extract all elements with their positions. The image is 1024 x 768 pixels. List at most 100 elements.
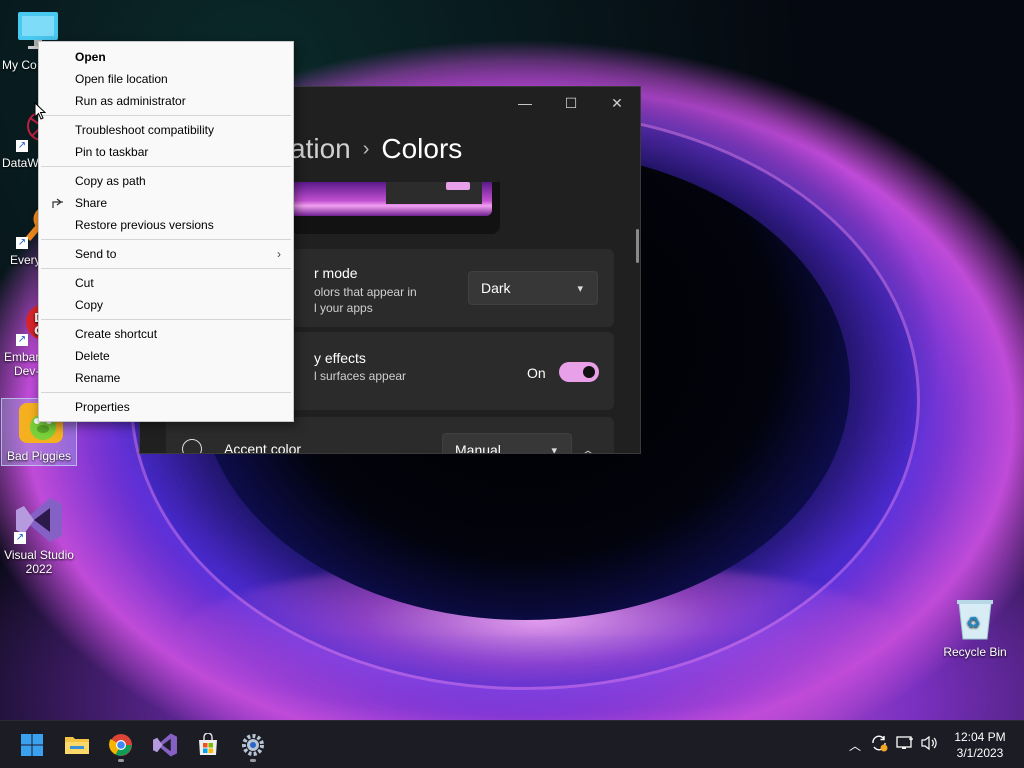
start-button[interactable]	[14, 727, 50, 763]
recycle-bin-icon: ♻	[953, 597, 997, 641]
settings-taskbar-button[interactable]	[235, 727, 271, 763]
menu-item-label: Run as administrator	[75, 94, 186, 108]
preview-accent-chip	[446, 182, 470, 190]
breadcrumb-parent[interactable]: ation	[290, 133, 351, 164]
transparency-desc: l surfaces appear	[314, 369, 407, 383]
menu-item-label: Rename	[75, 371, 121, 385]
chrome-icon	[109, 734, 132, 756]
breadcrumb-separator-icon: ›	[362, 138, 370, 160]
menu-separator	[41, 392, 291, 393]
desktop-icon-visual-studio[interactable]: ↗ Visual Studio 2022	[1, 496, 77, 576]
desktop-icon-label-line2: 2022	[25, 562, 53, 576]
accent-color-title: Accent color	[224, 441, 302, 454]
transparency-toggle[interactable]	[559, 362, 599, 382]
maximize-icon[interactable]: ☐	[548, 87, 594, 119]
chevron-up-icon[interactable]: ︿	[582, 441, 594, 453]
close-icon[interactable]: ✕	[594, 87, 640, 119]
menu-item-open[interactable]: Open	[39, 46, 293, 68]
menu-item-label: Delete	[75, 349, 110, 363]
desktop-icon-label: Recycle Bin	[943, 645, 1007, 659]
menu-item-properties[interactable]: Properties	[39, 396, 293, 418]
menu-item-delete[interactable]: Delete	[39, 345, 293, 367]
windows-logo-icon	[21, 734, 43, 756]
app-mode-desc-2: l your apps	[314, 301, 373, 315]
clock-time: 12:04 PM	[954, 730, 1006, 744]
menu-item-label: Restore previous versions	[75, 218, 214, 232]
menu-item-pin-to-taskbar[interactable]: Pin to taskbar	[39, 141, 293, 163]
menu-separator	[41, 319, 291, 320]
menu-separator	[41, 239, 291, 240]
breadcrumb: ation › Colors	[290, 133, 462, 165]
chevron-down-icon: ▾	[577, 282, 583, 295]
network-icon[interactable]	[896, 735, 920, 756]
transparency-title: y effects	[314, 350, 366, 366]
system-tray: ︿	[846, 721, 944, 768]
menu-separator	[41, 268, 291, 269]
window-controls: — ☐ ✕	[502, 87, 640, 119]
visual-studio-icon: ↗	[14, 496, 64, 544]
menu-item-label: Share	[75, 196, 108, 210]
chevron-up-icon[interactable]: ︿	[846, 737, 864, 754]
menu-item-label: Copy	[75, 298, 104, 312]
running-indicator	[118, 759, 124, 762]
menu-item-restore-previous-versions[interactable]: Restore previous versions	[39, 214, 293, 236]
svg-text:♻: ♻	[966, 613, 980, 632]
sync-icon[interactable]	[870, 734, 894, 757]
clock-date: 3/1/2023	[956, 746, 1004, 760]
menu-separator	[41, 115, 291, 116]
chevron-down-icon: ▾	[551, 444, 557, 454]
menu-item-copy-as-path[interactable]: Copy as path	[39, 170, 293, 192]
theme-preview	[290, 182, 500, 234]
menu-item-label: Create shortcut	[75, 327, 158, 341]
taskbar: ︿ 12:04 PM 3/1/2023	[0, 720, 1024, 768]
shortcut-arrow-icon: ↗	[16, 140, 28, 152]
desktop-icon-recycle-bin[interactable]: ♻ Recycle Bin	[937, 597, 1013, 659]
app-mode-title: r mode	[314, 265, 358, 281]
menu-item-send-to[interactable]: Send to ›	[39, 243, 293, 265]
store-icon	[199, 733, 217, 755]
shortcut-arrow-icon: ↗	[16, 334, 28, 346]
menu-item-label: Cut	[75, 276, 94, 290]
transparency-state: On	[527, 365, 546, 381]
menu-separator	[41, 166, 291, 167]
palette-icon	[182, 439, 202, 453]
visual-studio-taskbar-button[interactable]	[147, 727, 183, 763]
chrome-button[interactable]	[103, 727, 139, 763]
menu-item-cut[interactable]: Cut	[39, 272, 293, 294]
clock[interactable]: 12:04 PM 3/1/2023	[950, 729, 1010, 761]
menu-item-rename[interactable]: Rename	[39, 367, 293, 389]
desktop-icon-label: Visual Studio	[4, 548, 74, 562]
menu-item-label: Troubleshoot compatibility	[75, 123, 214, 137]
accent-color-value: Manual	[455, 442, 501, 454]
mouse-cursor-icon	[34, 102, 46, 120]
context-menu: Open Open file location Run as administr…	[38, 41, 294, 422]
running-indicator	[250, 759, 256, 762]
toggle-knob	[583, 366, 595, 378]
accent-color-dropdown[interactable]: Manual ▾	[442, 433, 572, 454]
menu-item-label: Open file location	[75, 72, 168, 86]
page-title: Colors	[381, 133, 463, 164]
app-mode-dropdown[interactable]: Dark ▾	[468, 271, 598, 305]
shortcut-arrow-icon: ↗	[14, 532, 26, 544]
menu-item-label: Send to	[75, 247, 117, 261]
menu-item-share[interactable]: Share	[39, 192, 293, 214]
menu-item-create-shortcut[interactable]: Create shortcut	[39, 323, 293, 345]
menu-item-run-as-administrator[interactable]: Run as administrator	[39, 90, 293, 112]
menu-item-label: Copy as path	[75, 174, 146, 188]
desktop-icon-label: Bad Piggies	[6, 449, 72, 463]
menu-item-copy[interactable]: Copy	[39, 294, 293, 316]
scrollbar-thumb[interactable]	[636, 229, 639, 263]
menu-item-open-file-location[interactable]: Open file location	[39, 68, 293, 90]
menu-item-troubleshoot-compatibility[interactable]: Troubleshoot compatibility	[39, 119, 293, 141]
chevron-right-icon: ›	[277, 247, 281, 261]
microsoft-store-button[interactable]	[190, 727, 226, 763]
app-mode-value: Dark	[481, 280, 511, 296]
file-explorer-button[interactable]	[59, 727, 95, 763]
menu-item-label: Open	[75, 50, 106, 64]
accent-color-card: Accent color Manual ▾ ︿	[166, 417, 614, 454]
minimize-icon[interactable]: —	[502, 87, 548, 119]
volume-icon[interactable]	[920, 735, 944, 756]
gear-icon	[242, 734, 264, 756]
app-mode-desc: olors that appear in	[314, 285, 417, 299]
menu-item-label: Properties	[75, 400, 130, 414]
